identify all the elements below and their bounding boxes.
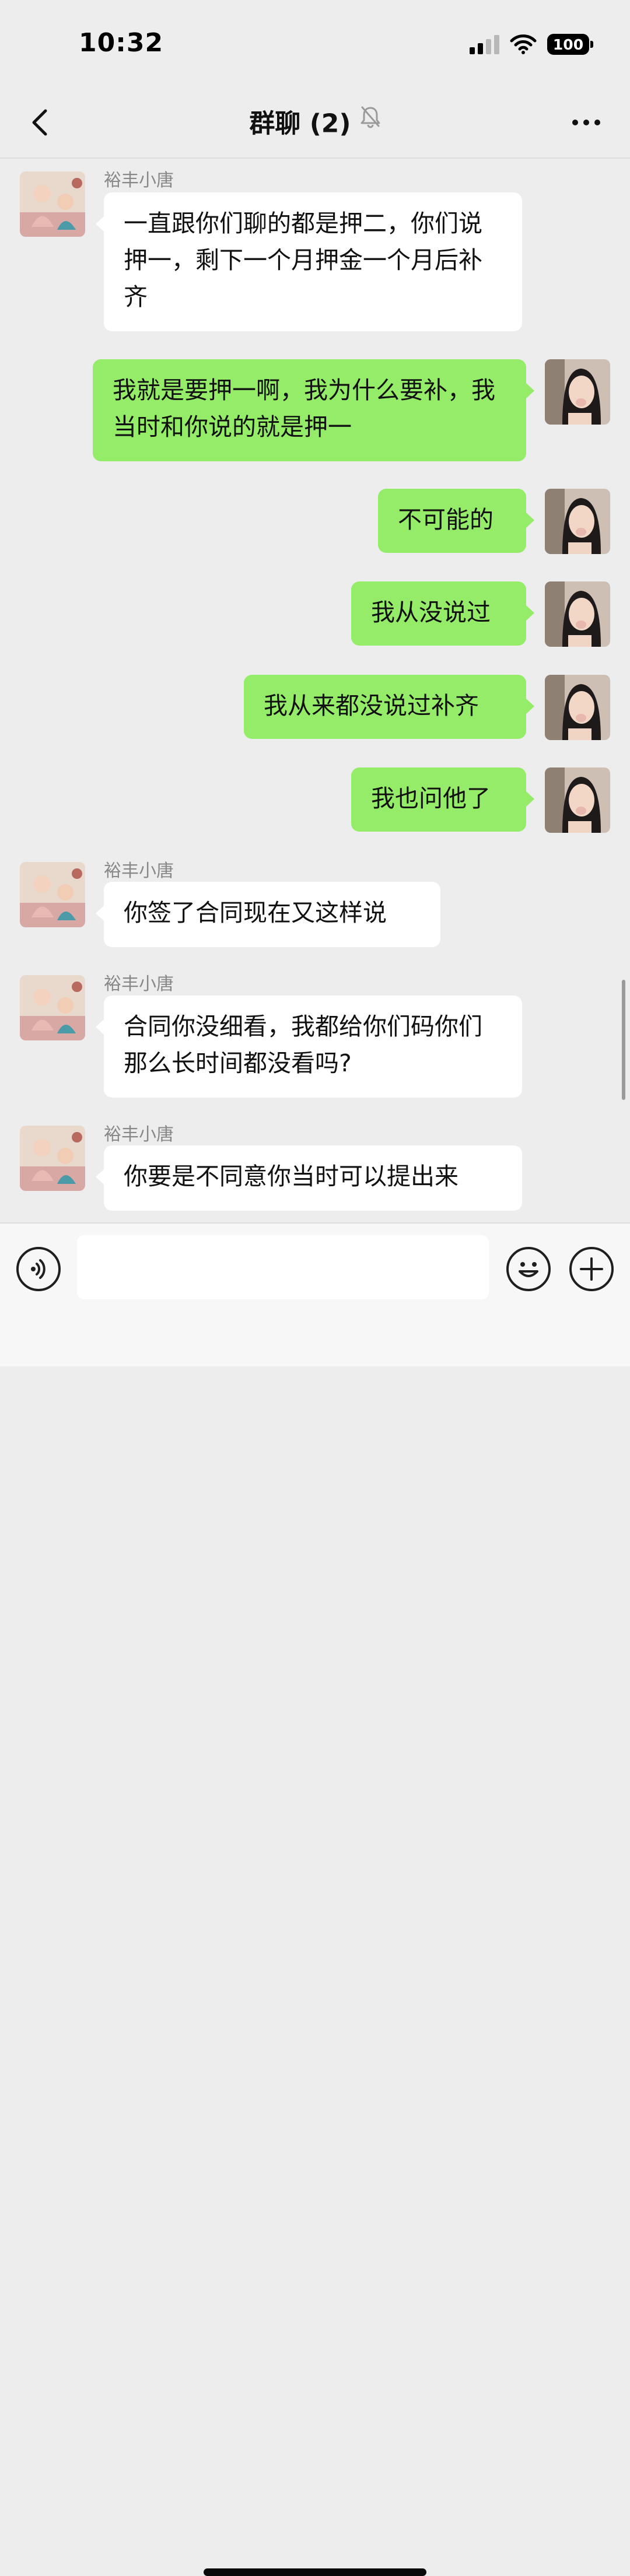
- my-avatar[interactable]: [545, 767, 610, 833]
- smiley-icon: [519, 1262, 538, 1277]
- voice-icon: [31, 1259, 46, 1279]
- message-bubble[interactable]: 一直跟你们聊的都是押二，你们说押一，剩下一个月押金一个月后补齐: [96, 192, 522, 331]
- bell-off-icon: [360, 105, 381, 143]
- dot: [594, 120, 600, 125]
- avatar-image-icon: [545, 489, 610, 554]
- wifi-icon: [510, 34, 537, 54]
- my-avatar[interactable]: [545, 675, 610, 740]
- avatar-image-icon: [545, 675, 610, 740]
- message-bubble[interactable]: 我就是要押一啊，我为什么要补，我当时和你说的就是押一: [93, 359, 534, 461]
- my-avatar[interactable]: [545, 581, 610, 647]
- sender-name: 裕丰小唐: [104, 861, 174, 881]
- scroll-indicator[interactable]: [622, 980, 625, 1100]
- message-bubble[interactable]: 我从来都没说过补齐: [244, 675, 534, 739]
- voice-input-button[interactable]: [16, 1247, 61, 1291]
- plus-circle-icon: [580, 1257, 603, 1281]
- chat-title: 群聊 (2): [249, 108, 351, 139]
- message-input[interactable]: [77, 1235, 489, 1299]
- chat-header: 群聊 (2): [0, 87, 630, 159]
- dot: [572, 120, 578, 125]
- sender-name: 裕丰小唐: [104, 974, 174, 994]
- sender-name: 裕丰小唐: [104, 1124, 174, 1145]
- home-indicator[interactable]: [204, 2568, 426, 2576]
- avatar-image-icon: [20, 862, 85, 927]
- status-bar: 10:32 100: [0, 0, 630, 87]
- dot: [583, 120, 589, 125]
- message-bubble[interactable]: 合同你没细看，我都给你们码你们那么长时间都没看吗?: [96, 996, 522, 1098]
- status-icons: 100: [470, 34, 593, 55]
- battery-level: 100: [552, 36, 584, 53]
- avatar-image-icon: [545, 359, 610, 425]
- my-avatar[interactable]: [545, 359, 610, 425]
- message-bubble[interactable]: 我从没说过: [351, 581, 534, 646]
- chat-title-area: 群聊 (2): [0, 105, 630, 140]
- avatar-image-icon: [545, 581, 610, 647]
- more-functions-button[interactable]: [569, 1247, 614, 1291]
- message-bubble[interactable]: 你签了合同现在又这样说: [96, 882, 440, 947]
- avatar-image-icon: [545, 767, 610, 833]
- contact-avatar[interactable]: [20, 1126, 85, 1191]
- more-options-button[interactable]: [566, 105, 607, 140]
- message-bubble[interactable]: 我也问他了: [351, 767, 534, 832]
- sender-name: 裕丰小唐: [104, 170, 174, 191]
- message-bubble[interactable]: 不可能的: [378, 489, 534, 553]
- my-avatar[interactable]: [545, 489, 610, 554]
- cellular-signal-icon: [470, 34, 499, 54]
- contact-avatar[interactable]: [20, 975, 85, 1040]
- contact-avatar[interactable]: [20, 862, 85, 927]
- contact-avatar[interactable]: [20, 171, 85, 237]
- battery-icon: 100: [547, 34, 593, 55]
- message-list[interactable]: 裕丰小唐 一直跟你们聊的都是押二，你们说押一，剩下一个月押金一个月后补齐 我就是…: [0, 159, 630, 1221]
- message-bubble[interactable]: 你要是不同意你当时可以提出来: [96, 1145, 522, 1211]
- avatar-image-icon: [20, 975, 85, 1040]
- avatar-image-icon: [20, 171, 85, 237]
- emoji-button[interactable]: [506, 1247, 551, 1291]
- avatar-image-icon: [20, 1126, 85, 1191]
- input-bar: [0, 1222, 630, 2576]
- status-time: 10:32: [79, 28, 164, 58]
